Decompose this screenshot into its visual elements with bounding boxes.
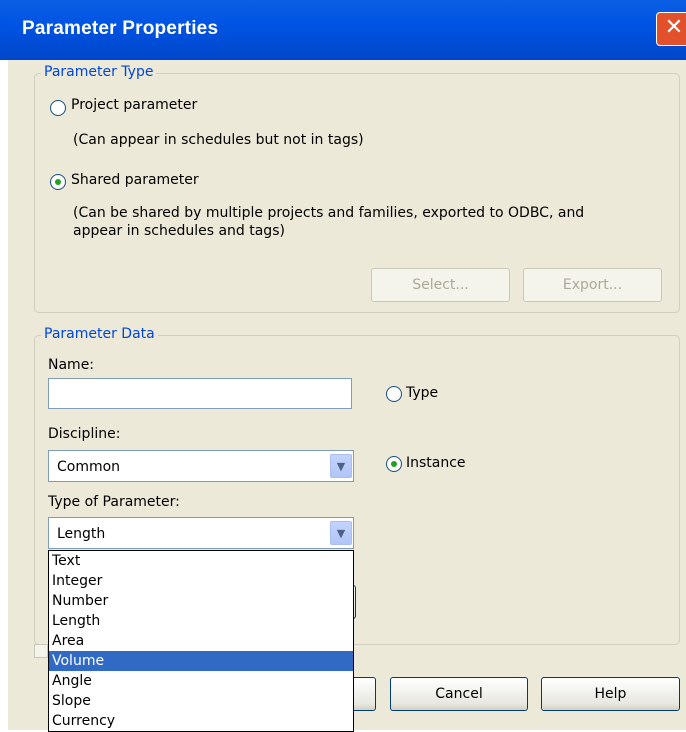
dropdown-option-angle[interactable]: Angle xyxy=(49,671,353,691)
discipline-label: Discipline: xyxy=(48,426,121,442)
discipline-value: Common xyxy=(57,459,121,475)
type-radio-label[interactable]: Type xyxy=(406,385,438,401)
shared-parameter-note-line2: appear in schedules and tags) xyxy=(73,223,285,239)
discipline-select[interactable]: Common ▼ xyxy=(48,450,354,482)
cancel-button[interactable]: Cancel xyxy=(390,677,528,711)
export-button[interactable]: Export... xyxy=(523,268,662,302)
dropdown-option-integer[interactable]: Integer xyxy=(49,571,353,591)
project-parameter-note: (Can appear in schedules but not in tags… xyxy=(73,132,364,148)
project-parameter-label[interactable]: Project parameter xyxy=(71,97,197,113)
type-of-parameter-value: Length xyxy=(57,526,106,542)
select-button[interactable]: Select... xyxy=(371,268,510,302)
shared-parameter-radio[interactable] xyxy=(50,174,66,190)
project-parameter-radio[interactable] xyxy=(50,100,66,116)
instance-radio[interactable] xyxy=(386,456,402,472)
dropdown-option-currency[interactable]: Currency xyxy=(49,711,353,731)
instance-radio-label[interactable]: Instance xyxy=(406,455,466,471)
chevron-down-icon[interactable]: ▼ xyxy=(330,454,352,478)
close-icon[interactable]: ✕ xyxy=(656,12,686,46)
dropdown-option-length[interactable]: Length xyxy=(49,611,353,631)
window-title: Parameter Properties xyxy=(22,18,219,39)
shared-parameter-label[interactable]: Shared parameter xyxy=(71,172,199,188)
name-input[interactable] xyxy=(48,378,352,409)
dropdown-option-slope[interactable]: Slope xyxy=(49,691,353,711)
dropdown-option-area[interactable]: Area xyxy=(49,631,353,651)
hidden-checkbox[interactable] xyxy=(34,644,48,658)
chevron-down-icon[interactable]: ▼ xyxy=(330,521,352,545)
dropdown-option-text[interactable]: Text xyxy=(49,551,353,571)
name-label: Name: xyxy=(48,357,95,373)
type-of-parameter-label: Type of Parameter: xyxy=(48,494,180,510)
parameter-data-legend: Parameter Data xyxy=(41,326,158,342)
shared-parameter-note-line1: (Can be shared by multiple projects and … xyxy=(73,205,585,221)
parameter-type-legend: Parameter Type xyxy=(41,64,157,80)
type-radio[interactable] xyxy=(386,386,402,402)
dropdown-option-number[interactable]: Number xyxy=(49,591,353,611)
dropdown-option-volume[interactable]: Volume xyxy=(49,651,353,671)
type-of-parameter-select[interactable]: Length ▼ xyxy=(48,517,354,549)
type-of-parameter-dropdown-list[interactable]: Text Integer Number Length Area Volume A… xyxy=(48,550,354,732)
help-button[interactable]: Help xyxy=(541,677,680,711)
